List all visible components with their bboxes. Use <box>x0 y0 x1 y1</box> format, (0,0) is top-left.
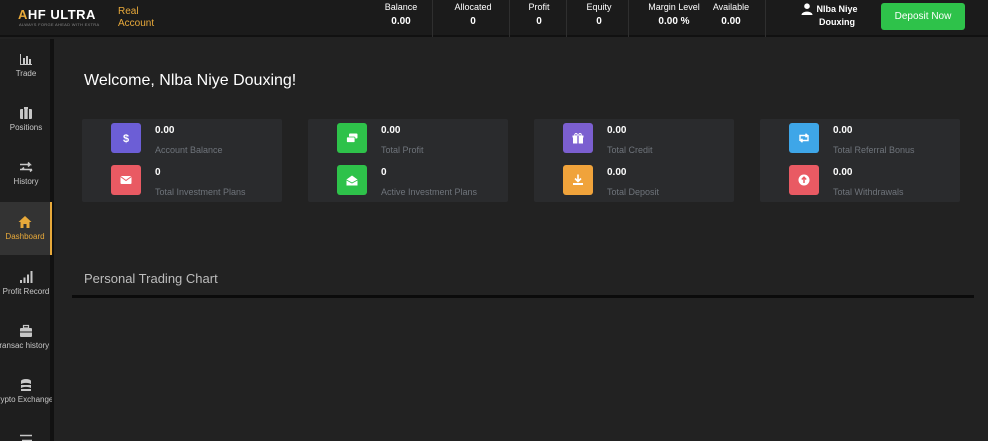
divider <box>765 0 766 37</box>
sidebar-item-label: Crypto Exchange <box>0 395 52 404</box>
stat-value: 0.00 <box>391 16 411 27</box>
svg-text:$: $ <box>123 133 129 144</box>
stat-label: Total Withdrawals <box>833 187 904 197</box>
logo-name: HF ULTRA <box>27 7 96 22</box>
logo-mark: A <box>18 7 28 22</box>
sidebar-item-profit-record[interactable]: Profit Record <box>0 257 52 310</box>
open-envelope-icon <box>346 175 358 185</box>
chart-divider <box>72 295 974 298</box>
sidebar-item-positions[interactable]: Positions <box>0 93 52 146</box>
stat-label: Allocated <box>454 2 492 12</box>
stat-label: Balance <box>384 2 418 12</box>
page-title: Welcome, Nlba Niye Douxing! <box>84 72 297 89</box>
download-icon <box>573 174 583 185</box>
stat-label: Total Credit <box>607 145 653 155</box>
logo-tagline: ALWAYS FORGE AHEAD WITH EXTRA <box>19 22 100 27</box>
stat-equity: Equity 0 <box>580 2 618 27</box>
divider <box>628 0 629 37</box>
stat-value: 0 <box>596 16 602 27</box>
stats-card: 0.00 Total Referral Bonus 0.00 Total Wit… <box>760 119 960 202</box>
stats-card: 0.00 Total Profit 0 Active Investment Pl… <box>308 119 508 202</box>
gift-icon <box>572 132 584 143</box>
divider <box>509 0 510 37</box>
stat-value: 0.00 <box>833 167 853 178</box>
home-icon <box>18 216 32 228</box>
stat-value: 0.00 <box>833 125 853 136</box>
icon-box <box>111 165 141 195</box>
account-type-label[interactable]: Real Account <box>118 6 168 30</box>
stat-value: 0.00 % <box>658 16 690 27</box>
stat-value: 0 <box>381 167 387 178</box>
sidebar-item-trade[interactable]: Trade <box>0 39 52 92</box>
stat-available: Available 0.00 <box>708 2 754 27</box>
sidebar: Trade Positions History Dashboard Profit… <box>0 39 54 441</box>
stats-card: $ 0.00 Account Balance 0 Total Investmen… <box>82 119 282 202</box>
stat-profit: Profit 0 <box>522 2 556 27</box>
stat-label: Account Balance <box>155 145 223 155</box>
arrow-circle-icon <box>798 174 810 186</box>
icon-box <box>337 123 367 153</box>
sidebar-item-label: Positions <box>9 123 43 132</box>
main-content: Welcome, Nlba Niye Douxing! $ 0.00 Accou… <box>58 39 988 441</box>
envelope-icon <box>120 176 132 184</box>
stat-value: 0 <box>470 16 476 27</box>
icon-box: $ <box>111 123 141 153</box>
stat-label: Total Referral Bonus <box>833 145 915 155</box>
stat-value: 0 <box>155 167 161 178</box>
sidebar-item-history[interactable]: History <box>0 147 52 200</box>
stat-label: Total Investment Plans <box>155 187 246 197</box>
stat-label: Profit <box>528 2 550 12</box>
sidebar-item-label: Transac history <box>0 341 50 350</box>
money-icon <box>346 133 358 143</box>
toolbox-icon <box>20 324 32 337</box>
user-name: Nlba Niye Douxing <box>816 4 858 27</box>
retweet-icon <box>799 133 809 143</box>
stat-value: 0.00 <box>381 125 401 136</box>
stat-margin-level: Margin Level 0.00 % <box>642 2 706 27</box>
chart-section-title: Personal Trading Chart <box>84 271 218 286</box>
stat-value: 0.00 <box>607 167 627 178</box>
divider <box>432 0 433 37</box>
stat-balance: Balance 0.00 <box>380 2 422 27</box>
sidebar-item-label: Trade <box>15 69 37 78</box>
stat-label: Margin Level <box>648 2 700 12</box>
briefcase-icon <box>20 107 32 119</box>
icon-box <box>789 165 819 195</box>
divider <box>566 0 567 37</box>
logo[interactable]: AHF ULTRA ALWAYS FORGE AHEAD WITH EXTRA <box>18 7 99 27</box>
icon-box <box>789 123 819 153</box>
stat-value: 0 <box>536 16 542 27</box>
stat-label: Available <box>712 2 750 12</box>
sidebar-item-label: History <box>13 177 39 186</box>
icon-box <box>563 123 593 153</box>
stat-value: 0.00 <box>155 125 175 136</box>
sidebar-item-label: Dashboard <box>5 232 45 241</box>
sidebar-item-more[interactable] <box>0 419 52 441</box>
exchange-arrows-icon <box>20 434 32 441</box>
stat-label: Total Profit <box>381 145 424 155</box>
stat-allocated: Allocated 0 <box>446 2 500 27</box>
exchange-arrows-icon <box>20 161 33 173</box>
stat-label: Active Investment Plans <box>381 187 478 197</box>
logo-text: AHF ULTRA <box>18 7 96 22</box>
dollar-icon: $ <box>123 133 129 144</box>
bar-chart-icon <box>20 54 32 65</box>
stat-value: 0.00 <box>607 125 627 136</box>
sidebar-item-label: Profit Record <box>2 287 50 296</box>
icon-box <box>337 165 367 195</box>
stats-card: 0.00 Total Credit 0.00 Total Deposit <box>534 119 734 202</box>
deposit-now-button[interactable]: Deposit Now <box>881 3 965 30</box>
sidebar-item-transac-history[interactable]: Transac history <box>0 311 52 364</box>
user-menu[interactable]: Nlba Niye Douxing <box>800 3 860 29</box>
stat-label: Total Deposit <box>607 187 660 197</box>
stat-label: Equity <box>586 2 612 12</box>
sidebar-item-dashboard[interactable]: Dashboard <box>0 202 52 255</box>
signal-bars-icon <box>20 271 33 283</box>
top-bar: AHF ULTRA ALWAYS FORGE AHEAD WITH EXTRA … <box>0 0 988 37</box>
sidebar-item-crypto-exchange[interactable]: Crypto Exchange <box>0 365 52 418</box>
coins-icon <box>21 379 31 391</box>
stat-value: 0.00 <box>721 16 741 27</box>
icon-box <box>563 165 593 195</box>
